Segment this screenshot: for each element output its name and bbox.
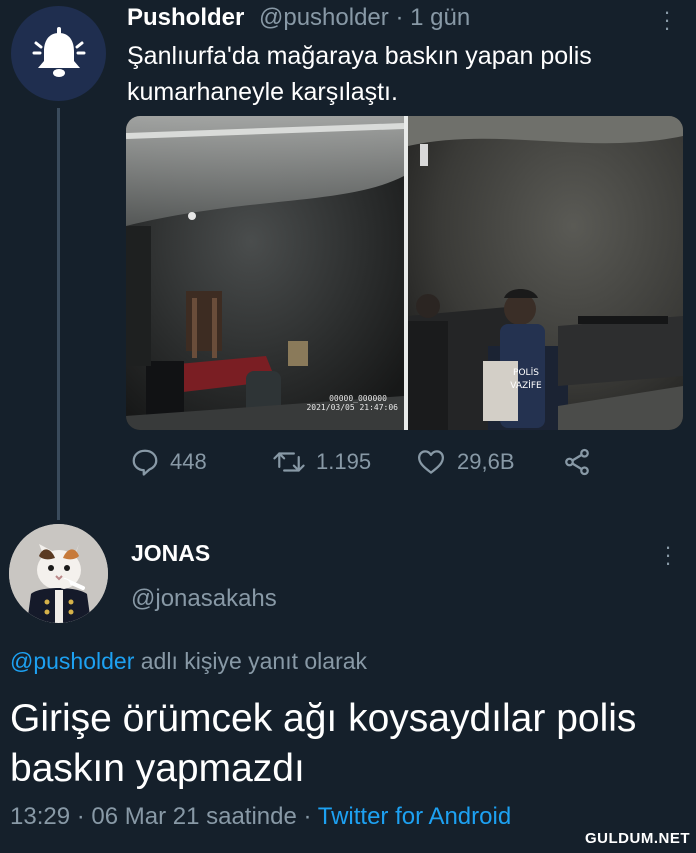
- bell-icon: [32, 26, 85, 77]
- reply-text: Girişe örümcek ağı koysaydılar polis bas…: [10, 697, 637, 790]
- cat-avatar-image: [9, 524, 108, 623]
- like-action[interactable]: 29,6B: [415, 447, 515, 477]
- author-meta: @pusholder · 1 gün: [259, 4, 470, 32]
- reply-footer: 13:29 · 06 Mar 21 saatinde · Twitter for…: [10, 803, 511, 831]
- author-name[interactable]: Pusholder: [127, 4, 244, 32]
- share-icon: [565, 448, 589, 476]
- media-timestamp-date: 2021/03/05 21:47:06: [306, 403, 398, 412]
- reply-to-label: adlı kişiye yanıt olarak: [134, 648, 368, 674]
- reply-author-handle[interactable]: @jonasakahs: [131, 585, 277, 613]
- like-icon: [418, 450, 444, 474]
- like-count: 29,6B: [457, 449, 515, 474]
- retweet-action[interactable]: 1.195: [272, 447, 371, 477]
- reply-count: 448: [170, 449, 207, 474]
- meta-separator: ·: [395, 4, 404, 31]
- reply-timestamp[interactable]: 13:29 · 06 Mar 21 saatinde ·: [10, 803, 318, 830]
- author-handle[interactable]: @pusholder: [259, 4, 389, 31]
- reply-more-icon[interactable]: · · ·: [662, 536, 674, 574]
- media-timestamp-code: 00000_000000: [329, 394, 387, 403]
- share-action[interactable]: [562, 447, 602, 477]
- replying-to: @pusholder adlı kişiye yanıt olarak: [10, 648, 367, 675]
- reply-author-name[interactable]: JONAS: [131, 540, 210, 567]
- media-timestamp: 00000_000000 2021/03/05 21:47:06: [278, 394, 398, 412]
- reply-mention-link[interactable]: @pusholder: [10, 648, 134, 674]
- tweet-text: Şanlıurfa'da mağaraya baskın yapan polis…: [127, 42, 592, 106]
- retweet-icon: [273, 452, 305, 472]
- media-photo-right[interactable]: POLİS VAZİFE: [408, 116, 683, 430]
- tweet-media[interactable]: POLİS VAZİFE 00000_000000 2021/03/05 21:…: [126, 116, 683, 430]
- media-photo-left[interactable]: [126, 116, 404, 430]
- avatar-pusholder[interactable]: [11, 6, 106, 101]
- thread-line: [57, 108, 60, 520]
- svg-text:POLİS: POLİS: [513, 367, 539, 378]
- reply-action[interactable]: 448: [130, 447, 207, 477]
- avatar-jonas[interactable]: [9, 524, 108, 623]
- watermark: GULDUM.NET: [585, 830, 690, 847]
- retweet-count: 1.195: [316, 449, 372, 474]
- reply-icon: [132, 449, 158, 476]
- svg-text:VAZİFE: VAZİFE: [510, 380, 542, 391]
- more-icon[interactable]: · · ·: [661, 1, 673, 39]
- tweet-time[interactable]: 1 gün: [410, 4, 470, 31]
- client-link[interactable]: Twitter for Android: [318, 803, 511, 830]
